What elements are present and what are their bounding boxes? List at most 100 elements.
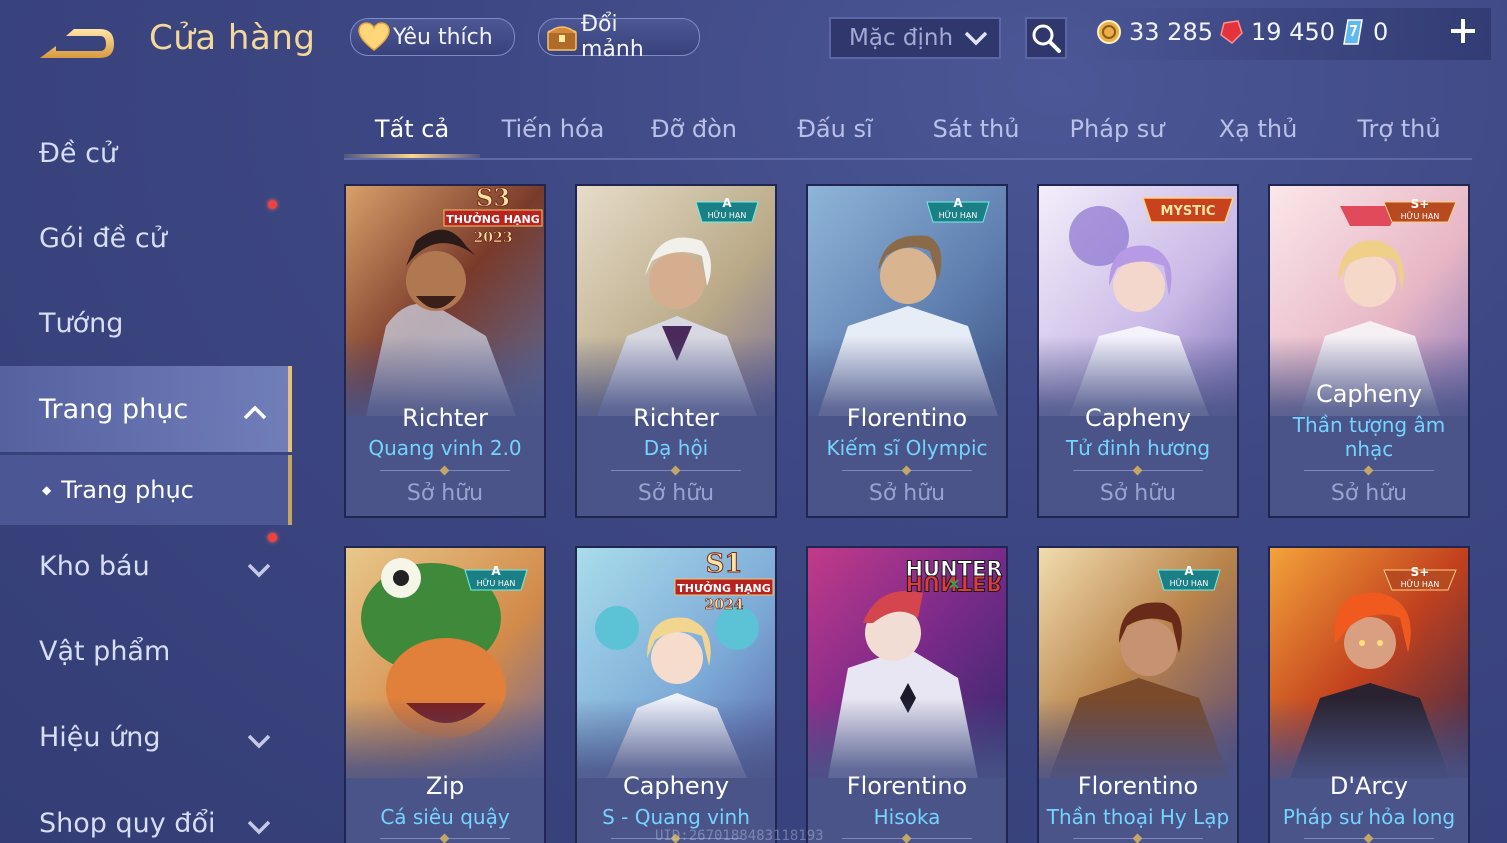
sidebar-item-label: Tướng [39, 307, 124, 339]
sidebar-item-label: Trang phục [39, 393, 189, 425]
tier-a-badge: A HỮU HẠN [692, 194, 762, 230]
hunter-hunter-logo: HUNTER HUNTER × [903, 554, 1005, 610]
divider [1073, 470, 1203, 471]
sidebar-item-heroes[interactable]: Tướng [0, 280, 292, 366]
tab-marksman[interactable]: Xạ thủ [1190, 102, 1326, 156]
sidebar-item-label: Đề cử [39, 137, 118, 169]
add-currency-button[interactable] [1448, 14, 1478, 52]
tab-fighter[interactable]: Đấu sĩ [767, 102, 903, 156]
skin-name: Thần thoại Hy Lạp [1046, 805, 1230, 829]
tab-evolution[interactable]: Tiến hóa [485, 102, 621, 156]
sidebar-item-exchange-shop[interactable]: Shop quy đổi [0, 780, 292, 843]
sidebar-item-treasure[interactable]: Kho báu [0, 523, 292, 609]
skin-card[interactable]: S+ HỮU HẠN D'Arcy Pháp sư hỏa long [1268, 546, 1470, 843]
skin-card[interactable]: MYSTIC Capheny Tử đinh hương Sở hữu [1037, 184, 1239, 518]
ownership-status: Sở hữu [868, 481, 946, 506]
badge-limited: HỮU HẠN [1170, 577, 1209, 589]
divider [842, 470, 972, 471]
sort-dropdown[interactable]: Mặc định [829, 17, 1001, 59]
back-button[interactable] [38, 20, 120, 66]
search-button[interactable] [1025, 17, 1067, 59]
badge-tier: S+ [1411, 197, 1430, 211]
skin-card[interactable]: A HỮU HẠN Richter Dạ hội Sở hữu [575, 184, 777, 518]
tier-splus-badge: S+ HỮU HẠN [1380, 194, 1460, 230]
treasure-chest-icon [545, 20, 579, 54]
sidebar-item-items[interactable]: Vật phẩm [0, 608, 292, 694]
sidebar-subitem-label: Trang phục [61, 476, 194, 504]
badge-limited: HỮU HẠN [939, 209, 978, 221]
shard-exchange-button[interactable]: Đổi mảnh [538, 12, 700, 62]
skin-card[interactable]: S1 THƯỞNG HẠNG 2024 Capheny S - Quang vi… [575, 546, 777, 843]
skin-card[interactable]: A HỮU HẠN Florentino Kiếm sĩ Olympic Sở … [806, 184, 1008, 518]
hero-name: Florentino [846, 404, 968, 432]
ownership-status: Sở hữu [406, 481, 484, 506]
sidebar: Đề cử Gói đề cử Tướng Trang phục ◆ Trang… [0, 100, 292, 843]
chevron-down-icon [963, 27, 989, 55]
sidebar-subitem-skins[interactable]: ◆ Trang phục [0, 455, 292, 525]
divider [1304, 838, 1434, 839]
hero-name: D'Arcy [1329, 772, 1409, 800]
skin-name: Thần tượng âm nhạc [1292, 413, 1446, 461]
crystal-icon [1339, 18, 1367, 46]
skin-name: Kiếm sĩ Olympic [826, 436, 988, 460]
mystic-badge: MYSTIC [1139, 192, 1237, 230]
badge-limited: HỮU HẠN [708, 209, 747, 221]
favorites-label: Yêu thích [393, 24, 493, 50]
skin-card[interactable]: HUNTER HUNTER × Florentino Hisoka [806, 546, 1008, 843]
skin-card[interactable]: S+ HỮU HẠN Capheny Thần tượng âm nhạc Sở… [1268, 184, 1470, 518]
chevron-down-icon [246, 812, 272, 843]
tab-support[interactable]: Trợ thủ [1331, 102, 1467, 156]
badge-mystic: MYSTIC [1161, 204, 1216, 219]
badge-limited: HỮU HẠN [1401, 578, 1440, 590]
skin-card[interactable]: S3 THƯỞNG HẠNG 2023 Richter Quang vinh 2… [344, 184, 546, 518]
badge-year: 2024 [705, 597, 744, 610]
red-gem-icon [1217, 18, 1245, 46]
tier-a-badge: A HỮU HẠN [923, 194, 993, 230]
plus-icon [1451, 19, 1475, 43]
skin-name: Tử đinh hương [1065, 436, 1211, 460]
notification-dot [268, 533, 277, 542]
sidebar-item-recommended[interactable]: Đề cử [0, 110, 292, 196]
hero-name: Richter [633, 404, 719, 432]
sidebar-item-bundles[interactable]: Gói đề cử [0, 195, 292, 281]
badge-year: 2023 [474, 230, 513, 246]
favorites-button[interactable]: Yêu thích [350, 18, 515, 56]
tier-splus-badge: S+ HỮU HẠN [1380, 562, 1460, 598]
page-title: Cửa hàng [149, 18, 316, 58]
badge-season: S1 [706, 549, 743, 579]
gold-balance: 33 285 [1095, 18, 1213, 46]
tab-assassin[interactable]: Sát thủ [908, 102, 1044, 156]
hero-name: Florentino [1077, 772, 1199, 800]
skin-card[interactable]: A HỮU HẠN Zip Cá siêu quậy [344, 546, 546, 843]
crystal-balance: 0 [1339, 18, 1388, 46]
hero-name: Richter [402, 404, 488, 432]
divider [611, 470, 741, 471]
tab-all[interactable]: Tất cả [344, 102, 480, 156]
sidebar-item-label: Shop quy đổi [39, 807, 216, 839]
badge-limited: HỮU HẠN [1401, 210, 1440, 222]
sidebar-item-label: Hiệu ứng [39, 721, 161, 753]
ownership-status: Sở hữu [1099, 481, 1177, 506]
sidebar-item-skins[interactable]: Trang phục [0, 366, 292, 452]
hero-name: Capheny [622, 772, 730, 800]
tab-mage[interactable]: Pháp sư [1049, 102, 1185, 156]
sidebar-item-label: Kho báu [39, 550, 150, 582]
skin-card[interactable]: A HỮU HẠN Florentino Thần thoại Hy Lạp [1037, 546, 1239, 843]
badge-ranked-label: THƯỞNG HẠNG [446, 212, 540, 226]
divider [842, 838, 972, 839]
badge-ranked-label: THƯỞNG HẠNG [677, 581, 771, 595]
tab-tank[interactable]: Đỡ đòn [626, 102, 762, 156]
active-tab-indicator [344, 154, 480, 158]
hero-name: Zip [425, 772, 465, 800]
tier-a-badge: A HỮU HẠN [1154, 562, 1224, 598]
chevron-up-icon [242, 398, 268, 429]
skin-name: S - Quang vinh [602, 805, 750, 829]
badge-limited: HỮU HẠN [477, 577, 516, 589]
badge-tier: A [953, 196, 963, 210]
hero-name: Capheny [1315, 380, 1423, 408]
back-arrow-icon [40, 29, 114, 58]
skin-name: Quang vinh 2.0 [368, 436, 522, 460]
sidebar-item-effects[interactable]: Hiệu ứng [0, 694, 292, 780]
voucher-balance: 19 450 [1217, 18, 1335, 46]
skin-name: Pháp sư hỏa long [1282, 805, 1456, 829]
